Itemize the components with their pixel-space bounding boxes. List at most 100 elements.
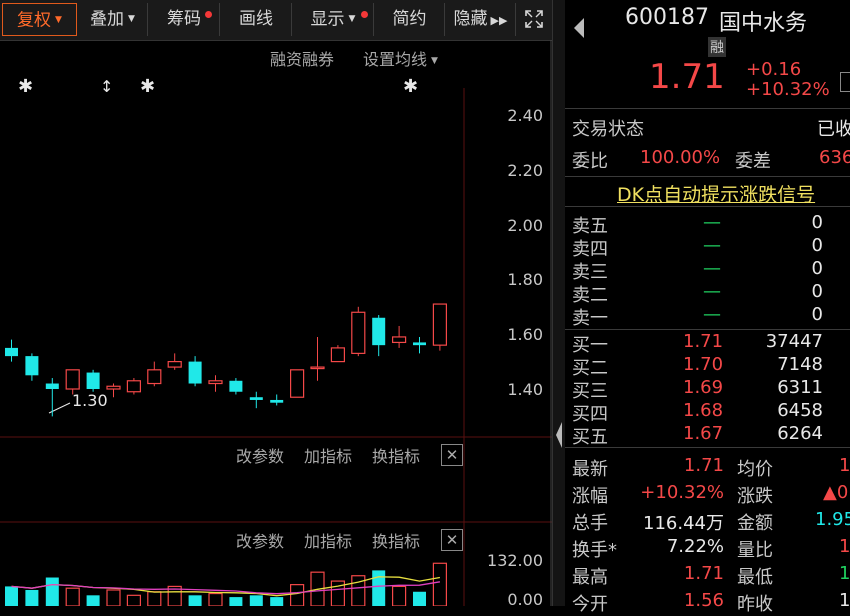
candle[interactable] (188, 356, 202, 387)
close-icon[interactable]: ✕ (441, 444, 463, 466)
fullscreen-button[interactable] (517, 3, 551, 36)
xianshi-label: 显示 (310, 9, 345, 30)
candle[interactable] (432, 303, 447, 351)
bid4-price: 1.68 (683, 400, 724, 421)
notification-dot-icon (205, 11, 212, 18)
candle-body (351, 311, 366, 354)
yincang-button[interactable]: 隐藏 ▶▶ (446, 3, 516, 36)
event-arrow-icon[interactable]: ↕ (100, 77, 113, 96)
candle[interactable] (167, 353, 182, 370)
bid3-price: 1.69 (683, 377, 724, 398)
amount-label: 金额 (737, 513, 773, 534)
trade-status-label: 交易状态 (572, 119, 644, 140)
candle-body (65, 369, 80, 390)
diejia-button[interactable]: 叠加 ▼ (78, 3, 148, 36)
fullscreen-icon (525, 10, 543, 28)
collapse-arrow-icon (556, 422, 562, 448)
candle[interactable] (310, 336, 325, 381)
volume-bar[interactable] (45, 577, 59, 606)
candle[interactable] (351, 306, 366, 357)
candle[interactable] (413, 336, 426, 354)
current-price: 1.71 (649, 57, 725, 97)
volume-bar[interactable] (65, 587, 80, 606)
open-label: 今开 (572, 594, 608, 615)
event-star-icon[interactable]: ✱ (140, 76, 155, 97)
candle[interactable] (126, 378, 142, 395)
candle-body (432, 303, 447, 346)
candle-body (229, 380, 243, 392)
change-params-link[interactable]: 改参数 (236, 528, 284, 552)
candle[interactable] (147, 361, 162, 387)
candle[interactable] (330, 345, 345, 363)
close-icon[interactable]: ✕ (441, 529, 463, 551)
separator (565, 108, 850, 109)
expand-icon[interactable] (840, 72, 850, 92)
volume-bar[interactable] (413, 591, 426, 606)
swap-indicator-link[interactable]: 换指标 (372, 443, 420, 467)
pct-label: 涨幅 (572, 486, 608, 507)
candle-body (330, 347, 345, 363)
candle[interactable] (5, 339, 18, 362)
volume-bar[interactable] (208, 592, 223, 606)
volume-bar[interactable] (249, 595, 263, 606)
fuquan-button[interactable]: 复权 ▼ (2, 3, 77, 36)
candle[interactable] (25, 353, 39, 381)
change-params-link[interactable]: 改参数 (236, 443, 284, 467)
add-indicator-link[interactable]: 加指标 (304, 443, 352, 467)
huaxian-button[interactable]: 画线 (221, 3, 292, 36)
price-change: +0.16 (746, 59, 802, 80)
event-star-icon[interactable]: ✱ (18, 76, 33, 97)
candle[interactable] (372, 315, 386, 357)
candle[interactable] (45, 378, 59, 417)
ask2-volume: 0 (811, 281, 823, 302)
candle[interactable] (249, 391, 263, 409)
volume-tick-label: 132.00 (487, 551, 543, 570)
volume-bar[interactable] (5, 586, 18, 606)
jianyue-button[interactable]: 简约 (375, 3, 445, 36)
chg-value: ▲0 (823, 482, 849, 503)
add-indicator-link[interactable]: 加指标 (304, 528, 352, 552)
swap-indicator-link[interactable]: 换指标 (372, 528, 420, 552)
volume-bar[interactable] (229, 597, 243, 606)
event-star-icon[interactable]: ✱ (403, 76, 418, 97)
chouma-button[interactable]: 筹码 (149, 3, 220, 36)
ask5-volume: 0 (811, 212, 823, 233)
candle[interactable] (392, 325, 407, 348)
volume-bar[interactable] (290, 584, 305, 606)
xianshi-button[interactable]: 显示 ▼ (293, 3, 374, 36)
candle-body (290, 369, 305, 398)
candle[interactable] (290, 369, 305, 398)
volume-bar[interactable] (25, 589, 39, 606)
candle[interactable] (208, 375, 223, 392)
avg-value: 1 (839, 455, 850, 476)
candle[interactable] (106, 383, 121, 398)
panel-collapse-handle[interactable] (552, 0, 566, 606)
diejia-label: 叠加 (90, 9, 125, 30)
bid1-price: 1.71 (683, 331, 724, 352)
volume-bar[interactable] (126, 594, 142, 606)
dk-signal-link[interactable]: DK点自动提示涨跌信号 (617, 180, 815, 207)
candle[interactable] (229, 378, 243, 395)
volume-bar[interactable] (270, 597, 284, 606)
volume-bar[interactable] (392, 585, 407, 606)
ask1-volume: 0 (811, 304, 823, 325)
volume-bar[interactable] (372, 570, 386, 606)
high-label: 最高 (572, 567, 608, 588)
candle-body (25, 356, 39, 376)
prev-stock-arrow-icon[interactable] (572, 16, 586, 40)
candle[interactable] (270, 394, 284, 406)
separator (565, 447, 850, 448)
volume-bar[interactable] (188, 595, 202, 606)
bid5-volume: 6264 (777, 423, 823, 444)
latest-value: 1.71 (683, 455, 724, 476)
volume-bar[interactable] (147, 591, 162, 606)
candle-body (392, 336, 407, 344)
candle-body (208, 380, 223, 385)
caret-down-icon: ▼ (348, 14, 356, 24)
avg-label: 均价 (737, 459, 773, 480)
volume-bar[interactable] (86, 595, 100, 606)
volume-bar[interactable] (106, 589, 121, 606)
kline-chart-area[interactable]: 融资融券 设置均线 ▼ ✱ ↕ ✱ ✱ 2.40 2.20 2.00 1.80 1… (0, 40, 552, 606)
candle[interactable] (86, 369, 100, 392)
volume-bar[interactable] (432, 562, 447, 606)
